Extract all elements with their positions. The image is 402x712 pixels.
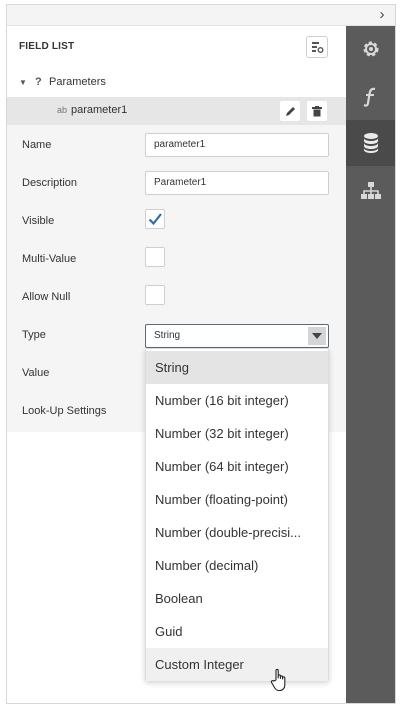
name-field[interactable]: parameter1 — [145, 133, 329, 157]
type-option[interactable]: Boolean — [146, 582, 328, 615]
type-select-value: String — [154, 330, 181, 341]
type-option[interactable]: Number (64 bit integer) — [146, 450, 328, 483]
hand-cursor-icon — [270, 668, 286, 692]
multi-value-checkbox[interactable] — [145, 247, 165, 267]
data-source-settings-icon — [312, 42, 324, 53]
rail-tab-expressions[interactable] — [346, 74, 395, 120]
edit-parameter-button[interactable] — [280, 101, 300, 121]
side-tab-rail — [346, 26, 395, 703]
hierarchy-icon — [360, 182, 381, 199]
parameter-name-label: parameter1 — [71, 104, 128, 116]
type-select[interactable]: String — [145, 324, 329, 348]
rail-tab-field-list[interactable] — [346, 120, 395, 166]
collapse-panel-icon[interactable]: › — [375, 7, 389, 23]
property-label-multi-value: Multi-Value — [22, 253, 77, 265]
type-dropdown-list: String Number (16 bit integer) Number (3… — [145, 348, 329, 681]
chevron-down-icon[interactable] — [308, 327, 326, 345]
tree-node-label: Parameters — [49, 76, 106, 88]
function-icon — [363, 87, 375, 107]
tree-node-parameter1[interactable]: ab parameter1 — [7, 97, 346, 125]
allow-null-checkbox[interactable] — [145, 285, 165, 305]
property-label-visible: Visible — [22, 215, 55, 227]
type-option[interactable]: Number (32 bit integer) — [146, 417, 328, 450]
delete-parameter-button[interactable] — [307, 101, 327, 121]
trash-icon — [312, 105, 322, 116]
visible-checkbox[interactable] — [145, 209, 165, 229]
property-label-value: Value — [22, 367, 50, 379]
property-label-type: Type — [22, 329, 46, 341]
description-field[interactable]: Parameter1 — [145, 171, 329, 195]
type-option[interactable]: Number (floating-point) — [146, 483, 328, 516]
type-option[interactable]: Custom Integer — [146, 648, 328, 681]
checkmark-icon — [148, 213, 162, 226]
rail-tab-properties[interactable] — [346, 26, 395, 72]
type-option[interactable]: Guid — [146, 615, 328, 648]
panel-title: FIELD LIST — [19, 41, 75, 52]
type-option[interactable]: Number (16 bit integer) — [146, 384, 328, 417]
expand-arrow-icon[interactable]: ▼ — [19, 78, 35, 87]
type-option[interactable]: Number (double-precisi... — [146, 516, 328, 549]
property-label-description: Description — [22, 177, 78, 189]
gear-icon — [363, 41, 378, 57]
type-option[interactable]: Number (decimal) — [146, 549, 328, 582]
property-label-allow-null: Allow Null — [22, 291, 71, 303]
string-type-icon: ab — [57, 105, 68, 115]
field-list-actions-button[interactable] — [306, 36, 328, 58]
rail-tab-report-explorer[interactable] — [346, 168, 395, 214]
property-label-look-up-settings: Look-Up Settings — [22, 405, 107, 417]
tree-node-parameters[interactable]: ▼ ? Parameters — [19, 74, 106, 90]
type-option[interactable]: String — [146, 351, 328, 384]
pencil-icon — [285, 106, 295, 116]
property-label-name: Name — [22, 139, 52, 151]
parameters-icon: ? — [35, 76, 42, 88]
database-icon — [363, 133, 378, 153]
panel-top-bar: › — [7, 5, 395, 26]
